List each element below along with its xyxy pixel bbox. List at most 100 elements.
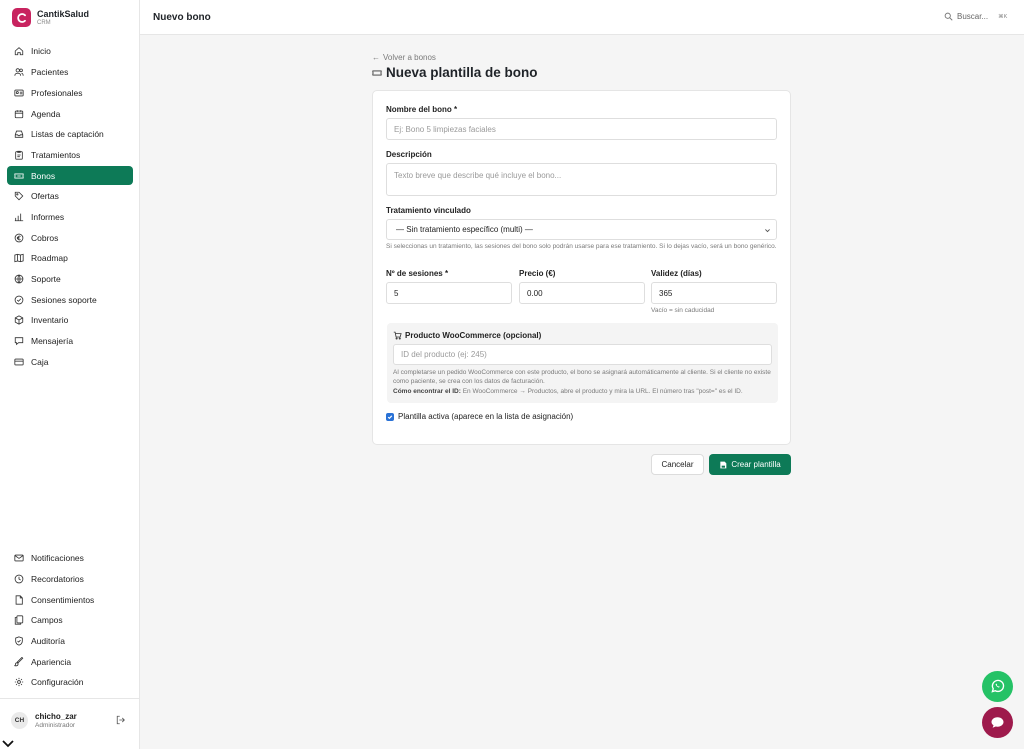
box-icon: [14, 314, 24, 325]
brush-icon: [14, 656, 24, 666]
search-icon: [944, 12, 953, 21]
sidebar-item-sesiones-soporte[interactable]: Sesiones soporte: [7, 290, 133, 309]
bar-chart-icon: [14, 213, 24, 221]
sidebar-item-label: Apariencia: [31, 656, 72, 667]
treatment-select-value: — Sin tratamiento específico (multi) —: [396, 225, 533, 234]
sessions-label: Nº de sesiones *: [386, 269, 449, 278]
page-header-title: Nuevo bono: [153, 12, 211, 23]
woo-find-text: En WooCommerce → Productos, abre el prod…: [462, 388, 743, 395]
whatsapp-icon: [991, 679, 1005, 693]
treatment-label: Tratamiento vinculado: [386, 206, 471, 215]
sidebar-item-label: Cobros: [31, 232, 59, 243]
sidebar-item-roadmap[interactable]: Roadmap: [7, 248, 133, 267]
sidebar-item-campos[interactable]: Campos: [7, 610, 133, 629]
message-icon: [14, 336, 24, 345]
treatment-select[interactable]: — Sin tratamiento específico (multi) —: [386, 219, 777, 240]
validity-input[interactable]: 365: [651, 282, 777, 304]
cancel-button[interactable]: Cancelar: [651, 454, 704, 475]
whatsapp-button[interactable]: [982, 671, 1013, 702]
sidebar-item-profesionales[interactable]: Profesionales: [7, 83, 133, 102]
file-icon: [15, 594, 23, 605]
chevron-down-icon[interactable]: [2, 739, 14, 749]
sidebar-item-label: Inicio: [31, 45, 51, 56]
sidebar-item-inventario[interactable]: Inventario: [7, 310, 133, 329]
sidebar-item-recordatorios[interactable]: Recordatorios: [7, 569, 133, 588]
sidebar-item-auditoria[interactable]: Auditoría: [7, 631, 133, 650]
woo-find-id: Cómo encontrar el ID: En WooCommerce → P…: [393, 387, 777, 396]
create-template-button[interactable]: Crear plantilla: [709, 454, 791, 475]
sidebar-item-consentimientos[interactable]: Consentimientos: [7, 590, 133, 609]
euro-icon: [14, 233, 24, 242]
user-name: chicho_zar: [35, 712, 77, 721]
sidebar-item-ofertas[interactable]: Ofertas: [7, 186, 133, 205]
mail-icon: [14, 554, 24, 561]
sidebar-item-label: Recordatorios: [31, 573, 84, 584]
sidebar-item-label: Profesionales: [31, 87, 83, 98]
shield-icon: [15, 635, 23, 646]
sidebar: CantikSalud CRM Inicio Pacientes Profesi…: [0, 0, 140, 749]
sidebar-item-label: Roadmap: [31, 252, 68, 263]
brand-name: CantikSalud: [37, 8, 90, 19]
clock-icon: [14, 574, 24, 583]
globe-icon: [14, 274, 24, 283]
woo-product-input[interactable]: ID del producto (ej: 245): [393, 344, 772, 365]
check-icon: [387, 415, 393, 420]
sidebar-item-label: Bonos: [31, 170, 56, 181]
calendar-icon: [14, 109, 24, 118]
sidebar-item-label: Sesiones soporte: [31, 294, 97, 305]
sidebar-item-mensajeria[interactable]: Mensajería: [7, 331, 133, 350]
sidebar-item-agenda[interactable]: Agenda: [7, 104, 133, 123]
sidebar-item-inicio[interactable]: Inicio: [7, 41, 133, 60]
sidebar-item-pacientes[interactable]: Pacientes: [7, 62, 133, 81]
woo-hint: Al completarse un pedido WooCommerce con…: [393, 369, 771, 385]
clipboard-icon: [15, 150, 23, 160]
cart-icon: [393, 331, 402, 340]
sidebar-item-informes[interactable]: Informes: [7, 207, 133, 226]
price-input[interactable]: 0.00: [519, 282, 645, 304]
description-textarea[interactable]: Texto breve que describe qué incluye el …: [386, 163, 777, 196]
brand[interactable]: CantikSalud CRM: [12, 8, 89, 27]
sidebar-item-label: Campos: [31, 614, 63, 625]
active-checkbox-label[interactable]: Plantilla activa (aparece en la lista de…: [398, 412, 573, 421]
sidebar-item-label: Notificaciones: [31, 552, 84, 563]
name-label: Nombre del bono *: [386, 105, 458, 114]
search-shortcut: ⌘K: [998, 13, 1008, 20]
description-label: Descripción: [386, 150, 432, 159]
sidebar-item-caja[interactable]: Caja: [7, 352, 133, 371]
id-card-icon: [14, 89, 24, 96]
cash-icon: [14, 358, 24, 365]
sidebar-item-bonos[interactable]: Bonos: [7, 166, 133, 185]
sidebar-item-cobros[interactable]: Cobros: [7, 228, 133, 247]
chat-button[interactable]: [982, 707, 1013, 738]
create-template-label: Crear plantilla: [731, 460, 781, 469]
save-icon: [720, 461, 727, 468]
logout-icon[interactable]: [116, 715, 126, 725]
files-icon: [14, 614, 24, 625]
sidebar-item-label: Inventario: [31, 314, 69, 325]
avatar[interactable]: CH: [11, 712, 28, 729]
sidebar-item-configuracion[interactable]: Configuración: [7, 672, 133, 691]
user-role: Administrador: [35, 722, 76, 729]
chevron-down-icon: [765, 229, 770, 233]
sidebar-item-listas-captacion[interactable]: Listas de captación: [7, 124, 133, 143]
back-link[interactable]: ← Volver a bonos: [372, 53, 436, 62]
sidebar-item-soporte[interactable]: Soporte: [7, 269, 133, 288]
sidebar-item-label: Soporte: [31, 273, 61, 284]
bono-form-card: Nombre del bono * Ej: Bono 5 limpiezas f…: [372, 90, 791, 445]
sidebar-item-tratamientos[interactable]: Tratamientos: [7, 145, 133, 164]
sidebar-item-apariencia[interactable]: Apariencia: [7, 652, 133, 671]
home-icon: [14, 46, 24, 55]
sidebar-item-label: Mensajería: [31, 335, 74, 346]
search-trigger[interactable]: Buscar... ⌘K: [944, 12, 1007, 21]
sidebar-item-notificaciones[interactable]: Notificaciones: [7, 548, 133, 567]
sidebar-item-label: Ofertas: [31, 190, 59, 201]
name-input[interactable]: Ej: Bono 5 limpiezas faciales: [386, 118, 777, 140]
sessions-input[interactable]: 5: [386, 282, 512, 304]
active-checkbox[interactable]: [386, 413, 394, 421]
arrow-left-icon: ←: [372, 53, 380, 62]
sidebar-item-label: Tratamientos: [31, 149, 81, 160]
users-icon: [14, 67, 24, 76]
brand-subtitle: CRM: [37, 19, 51, 26]
page-title-text: Nueva plantilla de bono: [386, 65, 538, 80]
sidebar-item-label: Consentimientos: [31, 594, 95, 605]
